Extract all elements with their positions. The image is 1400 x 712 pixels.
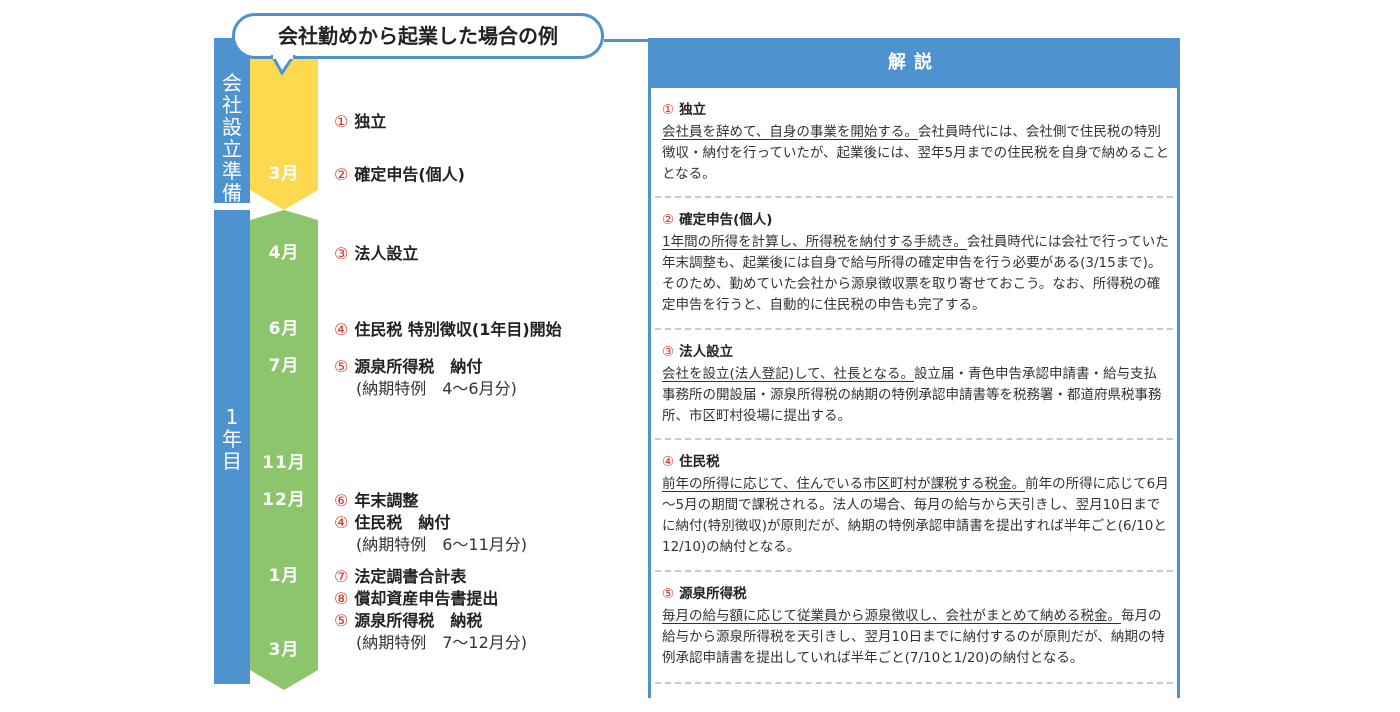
event-subtext: (納期特例 7～12月分)	[356, 633, 528, 652]
event-text: 源泉所得税 納税	[354, 611, 483, 630]
explanation-resident-tax: ④ 住民税 前年の所得に応じて、住んでいる市区町村が課税する税金。前年の所得に応じ…	[662, 452, 1170, 558]
event-text: 年末調整	[354, 491, 419, 510]
section-number: ④	[662, 454, 675, 470]
event-number: ①	[334, 112, 349, 131]
event-resident-tax-start: ④ 住民税 特別徴収(1年目)開始	[334, 319, 562, 341]
section-title: 独立	[679, 102, 707, 118]
phase-label-year1: 1年目	[222, 405, 242, 473]
event-number: ⑦	[334, 567, 349, 586]
event-subtext: (納期特例 4～6月分)	[356, 379, 517, 398]
section-heading: ⑤ 源泉所得税	[662, 584, 1170, 605]
section-key-sentence: 会社を設立(法人登記)して、社長となる。	[662, 366, 915, 382]
section-key-sentence: 前年の所得に応じて、住んでいる市区町村が課税する税金。	[662, 476, 1026, 492]
event-text: 住民税 納付	[354, 513, 451, 532]
event-independence: ① 独立	[334, 111, 386, 133]
section-heading: ③ 法人設立	[662, 342, 1170, 363]
month-march-year1: 3月	[268, 640, 300, 660]
event-text: 確定申告(個人)	[354, 165, 465, 184]
section-body: 会社を設立(法人登記)して、社長となる。設立届・青色申告承認申請書・給与支払事務…	[662, 364, 1170, 427]
event-text: 住民税 特別徴収(1年目)開始	[354, 320, 562, 339]
section-title: 法人設立	[679, 344, 734, 360]
event-withholding-payment-2: ⑤ 源泉所得税 納税 (納期特例 7～12月分)	[334, 610, 527, 654]
event-text: 法定調書合計表	[354, 567, 467, 586]
event-tax-return: ② 確定申告(個人)	[334, 164, 465, 186]
section-title: 住民税	[679, 454, 720, 470]
explanation-withholding-tax: ⑤ 源泉所得税 毎月の給与額に応じて従業員から源泉徴収し、会社がまとめて納める税金…	[662, 584, 1170, 669]
section-heading: ④ 住民税	[662, 452, 1170, 473]
explanation-tax-return: ② 確定申告(個人) 1年間の所得を計算し、所得税を納付する手続き。会社員時代には…	[662, 210, 1170, 316]
section-number: ②	[662, 212, 675, 228]
event-number: ②	[334, 165, 349, 184]
section-body: 会社員を辞めて、自身の事業を開始する。会社員時代には、会社側で住民税の特別徴収・…	[662, 122, 1170, 185]
section-number: ③	[662, 344, 675, 360]
event-depreciable-asset-report: ⑧ 償却資産申告書提出	[334, 588, 498, 610]
event-number: ⑤	[334, 611, 349, 630]
event-text: 法人設立	[354, 244, 419, 263]
section-divider	[655, 328, 1173, 330]
explanation-independence: ① 独立 会社員を辞めて、自身の事業を開始する。会社員時代には、会社側で住民税の特…	[662, 100, 1170, 185]
event-incorporation: ③ 法人設立	[334, 243, 418, 265]
month-november: 11月	[262, 453, 306, 473]
month-march-prep: 3月	[268, 164, 300, 184]
event-number: ⑤	[334, 357, 349, 376]
event-text: 源泉所得税 納付	[354, 357, 483, 376]
event-number: ④	[334, 320, 349, 339]
bubble-connector	[604, 39, 648, 42]
month-june: 6月	[268, 319, 300, 339]
event-withholding-payment-1: ⑤ 源泉所得税 納付 (納期特例 4～6月分)	[334, 356, 517, 400]
month-january: 1月	[268, 566, 300, 586]
phase-label-preparation: 会社設立準備	[222, 71, 242, 205]
section-heading: ② 確定申告(個人)	[662, 210, 1170, 231]
diagram-title: 会社勤めから起業した場合の例	[232, 13, 604, 59]
event-resident-tax-payment: ④ 住民税 納付 (納期特例 6～11月分)	[334, 512, 527, 556]
section-divider	[655, 682, 1173, 684]
event-year-end-adjustment: ⑥ 年末調整	[334, 490, 418, 512]
section-divider	[655, 438, 1173, 440]
section-divider	[655, 570, 1173, 572]
month-december: 12月	[262, 490, 306, 510]
section-number: ⑤	[662, 586, 675, 602]
section-key-sentence: 毎月の給与額に応じて従業員から源泉徴収し、会社がまとめて納める税金。	[662, 608, 1121, 624]
section-key-sentence: 1年間の所得を計算し、所得税を納付する手続き。	[662, 234, 967, 250]
section-body: 前年の所得に応じて、住んでいる市区町村が課税する税金。前年の所得に応じて6月～5…	[662, 474, 1170, 558]
bubble-tail	[270, 55, 296, 76]
event-text: 償却資産申告書提出	[354, 589, 499, 608]
event-number: ④	[334, 513, 349, 532]
section-key-sentence: 会社員を辞めて、自身の事業を開始する。	[662, 124, 918, 140]
section-divider	[655, 196, 1173, 198]
section-title: 源泉所得税	[679, 586, 747, 602]
month-july: 7月	[268, 356, 300, 376]
event-text: 独立	[354, 112, 387, 131]
event-number: ⑧	[334, 589, 349, 608]
event-subtext: (納期特例 6～11月分)	[356, 535, 528, 554]
section-heading: ① 独立	[662, 100, 1170, 121]
explanation-header: 解説	[648, 38, 1180, 88]
strip-segment-year1	[250, 210, 318, 690]
event-number: ③	[334, 244, 349, 263]
event-number: ⑥	[334, 491, 349, 510]
explanation-incorporation: ③ 法人設立 会社を設立(法人登記)して、社長となる。設立届・青色申告承認申請書・…	[662, 342, 1170, 427]
section-title: 確定申告(個人)	[679, 212, 773, 228]
section-body: 毎月の給与額に応じて従業員から源泉徴収し、会社がまとめて納める税金。毎月の給与か…	[662, 606, 1170, 669]
section-body: 1年間の所得を計算し、所得税を納付する手続き。会社員時代には会社で行っていた年末…	[662, 232, 1170, 316]
month-april: 4月	[268, 243, 300, 263]
event-statutory-report: ⑦ 法定調書合計表	[334, 566, 466, 588]
section-number: ①	[662, 102, 675, 118]
